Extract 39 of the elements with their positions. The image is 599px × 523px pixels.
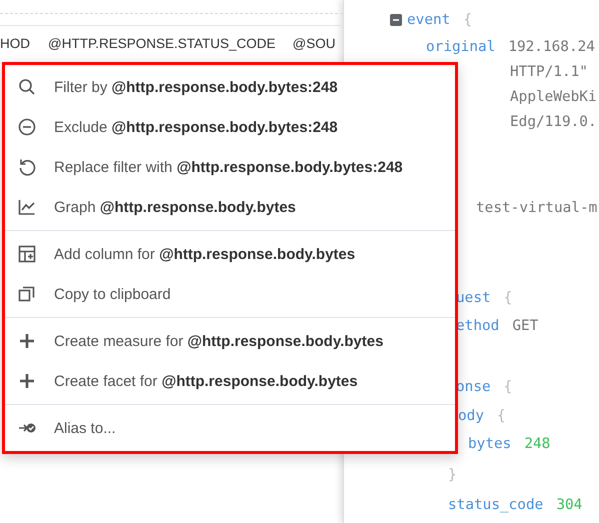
menu-item[interactable]: Create measure for @http.response.body.bytes — [5, 321, 455, 361]
json-value: GET — [512, 318, 538, 334]
json-key: event — [407, 12, 450, 28]
json-value: Edg/119.0. — [510, 114, 597, 130]
menu-item[interactable]: Alias to... — [5, 408, 455, 448]
column-header[interactable]: HOD — [0, 36, 30, 50]
json-key: ethod — [456, 318, 500, 334]
menu-item[interactable]: Add column for @http.response.body.bytes — [5, 234, 455, 274]
json-key: status_code — [448, 497, 544, 513]
json-brace: { — [504, 379, 512, 395]
column-header[interactable]: @SOU — [292, 36, 336, 50]
table-plus-icon — [17, 244, 37, 264]
json-value: HTTP/1.1" — [510, 64, 588, 80]
menu-item[interactable]: Replace filter with @http.response.body.bytes:248 — [5, 147, 455, 187]
json-key: bytes — [468, 436, 512, 452]
menu-item[interactable]: Graph @http.response.body.bytes — [5, 187, 455, 227]
json-value: AppleWebKi — [510, 89, 597, 105]
json-value: 192.168.24 — [508, 39, 595, 55]
menu-item[interactable]: Create facet for @http.response.body.bytes — [5, 361, 455, 401]
plus-icon — [17, 371, 37, 391]
json-key: original — [426, 39, 496, 55]
minus-circle-icon — [17, 117, 37, 137]
plus-icon — [17, 331, 37, 351]
menu-item[interactable]: Exclude @http.response.body.bytes:248 — [5, 107, 455, 147]
json-brace: { — [463, 12, 472, 28]
copy-icon — [17, 284, 37, 304]
line-chart-icon — [17, 197, 37, 217]
search-icon — [17, 77, 37, 97]
undo-icon — [17, 157, 37, 177]
json-key: uest — [456, 290, 491, 306]
json-brace: { — [504, 290, 512, 306]
menu-item[interactable]: Filter by @http.response.body.bytes:248 — [5, 67, 455, 107]
json-value: test-virtual-m — [476, 200, 598, 216]
menu-item[interactable]: Copy to clipboard — [5, 274, 455, 314]
column-header[interactable]: @HTTP.RESPONSE.STATUS_CODE — [48, 36, 276, 50]
json-key: ody — [458, 408, 484, 424]
json-brace: { — [497, 408, 506, 424]
json-brace: } — [448, 467, 457, 483]
collapse-icon[interactable] — [390, 14, 402, 26]
